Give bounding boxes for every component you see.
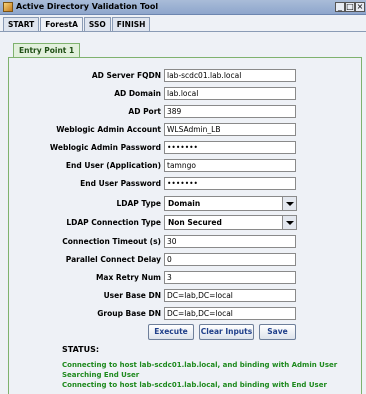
maximize-button[interactable]: □ [345, 2, 355, 12]
ldap-type-select[interactable]: Domain [164, 196, 297, 211]
ad-domain-input[interactable] [164, 87, 296, 100]
status-line: Searching End User [62, 371, 140, 379]
ldap-type-label: LDAP Type [116, 199, 162, 208]
minimize-button[interactable]: _ [335, 2, 345, 12]
close-button[interactable]: × [355, 2, 365, 12]
ad-domain-label: AD Domain [114, 89, 161, 98]
ad-server-fqdn-input[interactable] [164, 69, 296, 82]
chevron-down-icon[interactable] [282, 197, 296, 210]
parallel-connect-delay-input[interactable] [164, 253, 296, 266]
connection-timeout-input[interactable] [164, 235, 296, 248]
status-line: Connecting to host lab-scdc01.lab.local,… [62, 361, 338, 369]
tab-foresta[interactable]: ForestA [40, 17, 83, 32]
weblogic-admin-account-row: Weblogic Admin Account [0, 123, 366, 137]
end-user-password-input[interactable] [164, 177, 296, 190]
max-retry-num-row: Max Retry Num [0, 271, 366, 285]
ldap-connection-type-row: LDAP Connection Type Non Secured [0, 215, 366, 230]
chevron-down-icon[interactable] [282, 216, 296, 229]
max-retry-num-input[interactable] [164, 271, 296, 284]
max-retry-num-label: Max Retry Num [95, 273, 161, 282]
ldap-connection-type-select[interactable]: Non Secured [164, 215, 297, 230]
tab-start[interactable]: START [3, 17, 40, 31]
group-base-dn-row: Group Base DN [0, 307, 366, 321]
window-title: Active Directory Validation Tool [16, 2, 159, 11]
ad-port-row: AD Port [0, 105, 366, 119]
weblogic-admin-account-label: Weblogic Admin Account [56, 125, 161, 134]
status-line: Connecting to host lab-scdc01.lab.local,… [62, 381, 327, 389]
connection-timeout-label: Connection Timeout (s) [62, 237, 161, 246]
parallel-connect-delay-label: Parallel Connect Delay [65, 255, 161, 264]
ldap-type-row: LDAP Type Domain [0, 196, 366, 211]
app-icon [3, 2, 13, 12]
user-base-dn-input[interactable] [164, 289, 296, 302]
tab-finish[interactable]: FINISH [111, 17, 151, 31]
ad-domain-row: AD Domain [0, 87, 366, 101]
weblogic-admin-password-row: Weblogic Admin Password [0, 141, 366, 155]
connection-timeout-row: Connection Timeout (s) [0, 235, 366, 249]
save-button[interactable]: Save [259, 324, 296, 340]
status-label: STATUS: [62, 345, 100, 354]
clear-inputs-button[interactable]: Clear Inputs [199, 324, 254, 340]
user-base-dn-label: User Base DN [103, 291, 161, 300]
ad-port-input[interactable] [164, 105, 296, 118]
weblogic-admin-password-input[interactable] [164, 141, 296, 154]
end-user-password-row: End User Password [0, 177, 366, 191]
ldap-connection-type-label: LDAP Connection Type [66, 218, 161, 227]
parallel-connect-delay-row: Parallel Connect Delay [0, 253, 366, 267]
end-user-input[interactable] [164, 159, 296, 172]
ldap-type-value: Domain [168, 199, 201, 208]
ad-port-label: AD Port [128, 107, 161, 116]
end-user-label: End User (Application) [65, 161, 161, 170]
weblogic-admin-password-label: Weblogic Admin Password [49, 143, 161, 152]
end-user-password-label: End User Password [80, 179, 161, 188]
group-base-dn-input[interactable] [164, 307, 296, 320]
group-base-dn-label: Group Base DN [97, 309, 161, 318]
title-bar: Active Directory Validation Tool _ □ × [0, 0, 366, 15]
ad-server-fqdn-row: AD Server FQDN [0, 69, 366, 83]
tab-entry-point-1[interactable]: Entry Point 1 [13, 43, 81, 57]
execute-button[interactable]: Execute [148, 324, 194, 340]
end-user-row: End User (Application) [0, 159, 366, 173]
tab-sso[interactable]: SSO [83, 17, 111, 31]
ldap-connection-type-value: Non Secured [168, 218, 222, 227]
weblogic-admin-account-input[interactable] [164, 123, 296, 136]
user-base-dn-row: User Base DN [0, 289, 366, 303]
ad-server-fqdn-label: AD Server FQDN [91, 71, 161, 80]
main-tabs: START ForestA SSO FINISH [3, 17, 151, 32]
